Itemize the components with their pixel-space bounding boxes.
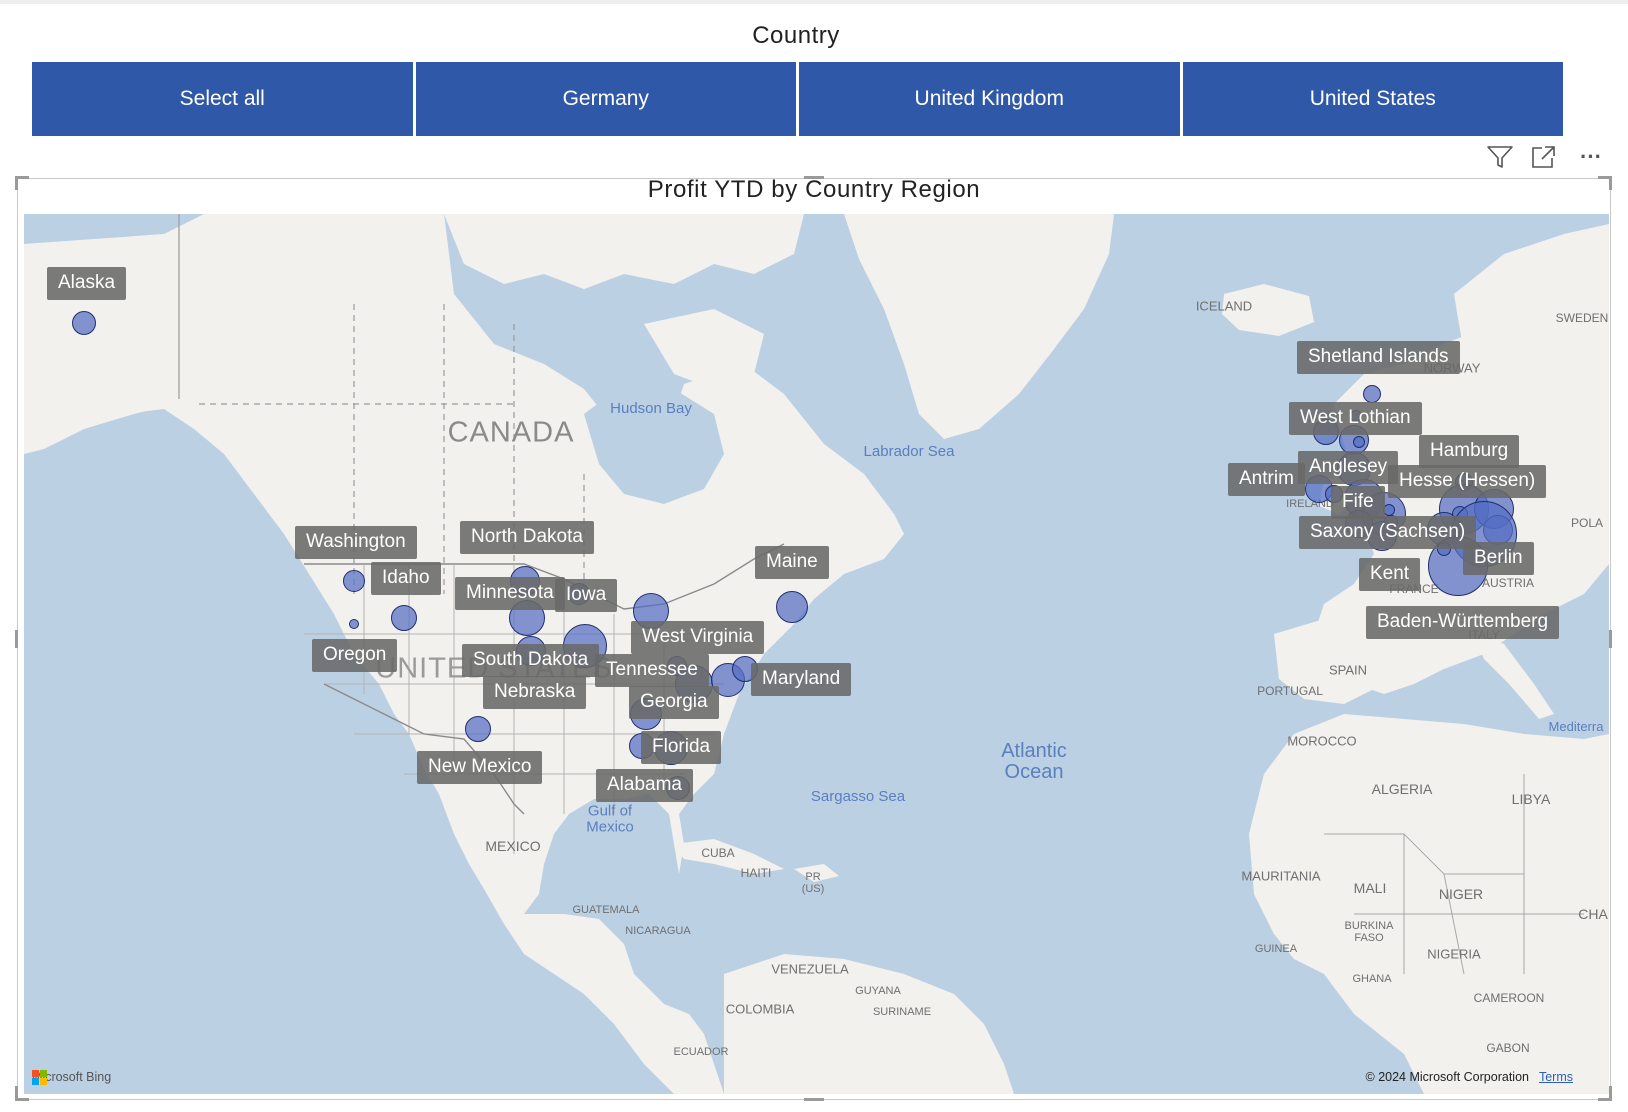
copyright-text: © 2024 Microsoft Corporation — [1365, 1070, 1529, 1084]
slicer-option-united-states[interactable]: United States — [1182, 62, 1563, 136]
country-label-nicaragua: NICARAGUA — [625, 925, 691, 937]
region-label-north-dakota[interactable]: North Dakota — [460, 521, 594, 554]
country-label-cuba: CUBA — [701, 846, 735, 860]
country-label-ecuador: ECUADOR — [673, 1046, 729, 1058]
country-label-niger: NIGER — [1438, 886, 1484, 902]
more-options-icon[interactable]: ··· — [1574, 142, 1608, 172]
region-label-west-virginia[interactable]: West Virginia — [631, 621, 765, 654]
bubble-england-tiny[interactable] — [1383, 504, 1395, 516]
bubble-shetland[interactable] — [1363, 385, 1381, 403]
region-label-minnesota[interactable]: Minnesota — [455, 577, 565, 610]
region-label-alaska[interactable]: Alaska — [47, 267, 127, 300]
resize-handle[interactable] — [15, 630, 18, 648]
region-label-florida[interactable]: Florida — [641, 731, 722, 764]
country-label-colombia: COLOMBIA — [725, 1001, 795, 1017]
country-label-venezuela: VENEZUELA — [771, 961, 849, 977]
region-label-maryland[interactable]: Maryland — [751, 663, 852, 696]
region-label-antrim[interactable]: Antrim — [1228, 463, 1305, 496]
country-label-poland: POLA — [1570, 516, 1604, 530]
country-label-chad: CHAI — [1578, 906, 1609, 922]
bing-attribution: Microsoft Bing — [32, 1070, 111, 1085]
region-label-nebraska[interactable]: Nebraska — [483, 676, 587, 709]
region-label-iowa[interactable]: Iowa — [555, 579, 618, 612]
region-label-tennessee[interactable]: Tennessee — [595, 654, 709, 687]
country-label-spain: SPAIN — [1328, 662, 1368, 678]
country-label-iceland: ICELAND — [1195, 298, 1253, 314]
water-label-sargasso-sea: Sargasso Sea — [810, 788, 906, 806]
resize-handle[interactable] — [15, 1086, 18, 1100]
top-divider — [0, 0, 1628, 4]
region-label-baden-wurttemberg[interactable]: Baden-Württemberg — [1366, 606, 1560, 639]
country-label-haiti: HAITI — [740, 866, 772, 880]
bubble-idaho[interactable] — [391, 605, 417, 631]
region-label-shetland-islands[interactable]: Shetland Islands — [1297, 341, 1460, 374]
region-label-oregon[interactable]: Oregon — [312, 639, 398, 672]
focus-mode-icon[interactable] — [1528, 142, 1560, 172]
water-label-labrador-sea: Labrador Sea — [863, 443, 955, 461]
country-label-morocco: MOROCCO — [1287, 733, 1357, 749]
region-label-alabama[interactable]: Alabama — [596, 769, 693, 802]
bubble-oregon[interactable] — [349, 619, 359, 629]
resize-handle[interactable] — [804, 1098, 824, 1101]
country-label-mali: MALI — [1353, 880, 1387, 896]
country-label-mexico: MEXICO — [485, 838, 541, 854]
region-label-new-mexico[interactable]: New Mexico — [417, 751, 543, 784]
region-label-hesse[interactable]: Hesse (Hessen) — [1388, 465, 1547, 498]
region-label-anglesey[interactable]: Anglesey — [1298, 451, 1399, 484]
country-label-libya: LIBYA — [1511, 791, 1551, 807]
bubble-washington[interactable] — [343, 570, 365, 592]
country-label-sweden: SWEDEN — [1555, 311, 1609, 325]
country-label-algeria: ALGERIA — [1371, 781, 1433, 797]
bubble-alaska[interactable] — [72, 311, 96, 335]
country-label-austria: AUSTRIA — [1481, 576, 1535, 590]
country-label-guatemala: GUATEMALA — [572, 904, 640, 916]
resize-handle[interactable] — [1609, 630, 1612, 648]
region-label-kent[interactable]: Kent — [1359, 558, 1421, 591]
country-label-suriname: SURINAME — [872, 1006, 932, 1018]
country-label-portugal: PORTUGAL — [1257, 684, 1323, 698]
bubble-maine[interactable] — [776, 591, 808, 623]
country-label-cameroon: CAMEROON — [1473, 991, 1545, 1005]
slicer-option-select-all[interactable]: Select all — [32, 62, 416, 136]
country-label-mauritania: MAURITANIA — [1241, 868, 1321, 884]
country-label-gabon: GABON — [1486, 1041, 1530, 1055]
region-label-georgia[interactable]: Georgia — [629, 686, 719, 719]
water-label-gulf-of-mexico: Gulf of Mexico — [586, 802, 634, 835]
region-label-maine[interactable]: Maine — [755, 546, 829, 579]
country-slicer: Select all Germany United Kingdom United… — [32, 62, 1563, 136]
resize-handle[interactable] — [1609, 1086, 1612, 1100]
visual-title: Profit YTD by Country Region — [647, 176, 981, 203]
water-label-atlantic-ocean: Atlantic Ocean — [1001, 740, 1067, 783]
water-label-mediterranean: Mediterra — [1548, 719, 1604, 735]
slicer-title: Country — [752, 22, 840, 49]
microsoft-logo-icon — [32, 1070, 47, 1085]
country-label-guinea: GUINEA — [1254, 943, 1298, 955]
region-label-hamburg[interactable]: Hamburg — [1419, 435, 1520, 468]
water-label-hudson-bay: Hudson Bay — [610, 400, 692, 418]
region-label-fife[interactable]: Fife — [1331, 486, 1385, 519]
country-label-guyana: GUYANA — [855, 985, 901, 997]
country-label-nigeria: NIGERIA — [1427, 946, 1481, 962]
filter-icon[interactable] — [1484, 142, 1516, 172]
region-label-washington[interactable]: Washington — [295, 526, 417, 559]
region-label-west-lothian[interactable]: West Lothian — [1289, 402, 1422, 435]
country-label-canada: CANADA — [447, 416, 575, 449]
slicer-option-germany[interactable]: Germany — [415, 62, 799, 136]
region-label-idaho[interactable]: Idaho — [371, 562, 441, 595]
region-label-south-dakota[interactable]: South Dakota — [462, 644, 600, 677]
country-label-burkina-faso: BURKINA FASO — [1344, 919, 1394, 944]
country-label-ghana: GHANA — [1352, 973, 1392, 985]
slicer-option-united-kingdom[interactable]: United Kingdom — [799, 62, 1183, 136]
region-label-saxony[interactable]: Saxony (Sachsen) — [1299, 516, 1477, 549]
terms-link[interactable]: Terms — [1539, 1070, 1573, 1084]
map-copyright: © 2024 Microsoft Corporation Terms — [1366, 1070, 1573, 1084]
bubble-new-mexico[interactable] — [465, 716, 491, 742]
bubble-scotland-small[interactable] — [1353, 436, 1365, 448]
bubble-map[interactable]: CANADA UNITED STATES MEXICO ICELAND IREL… — [24, 214, 1609, 1094]
region-label-berlin[interactable]: Berlin — [1463, 542, 1534, 575]
country-label-puerto-rico: PR (US) — [801, 870, 825, 895]
